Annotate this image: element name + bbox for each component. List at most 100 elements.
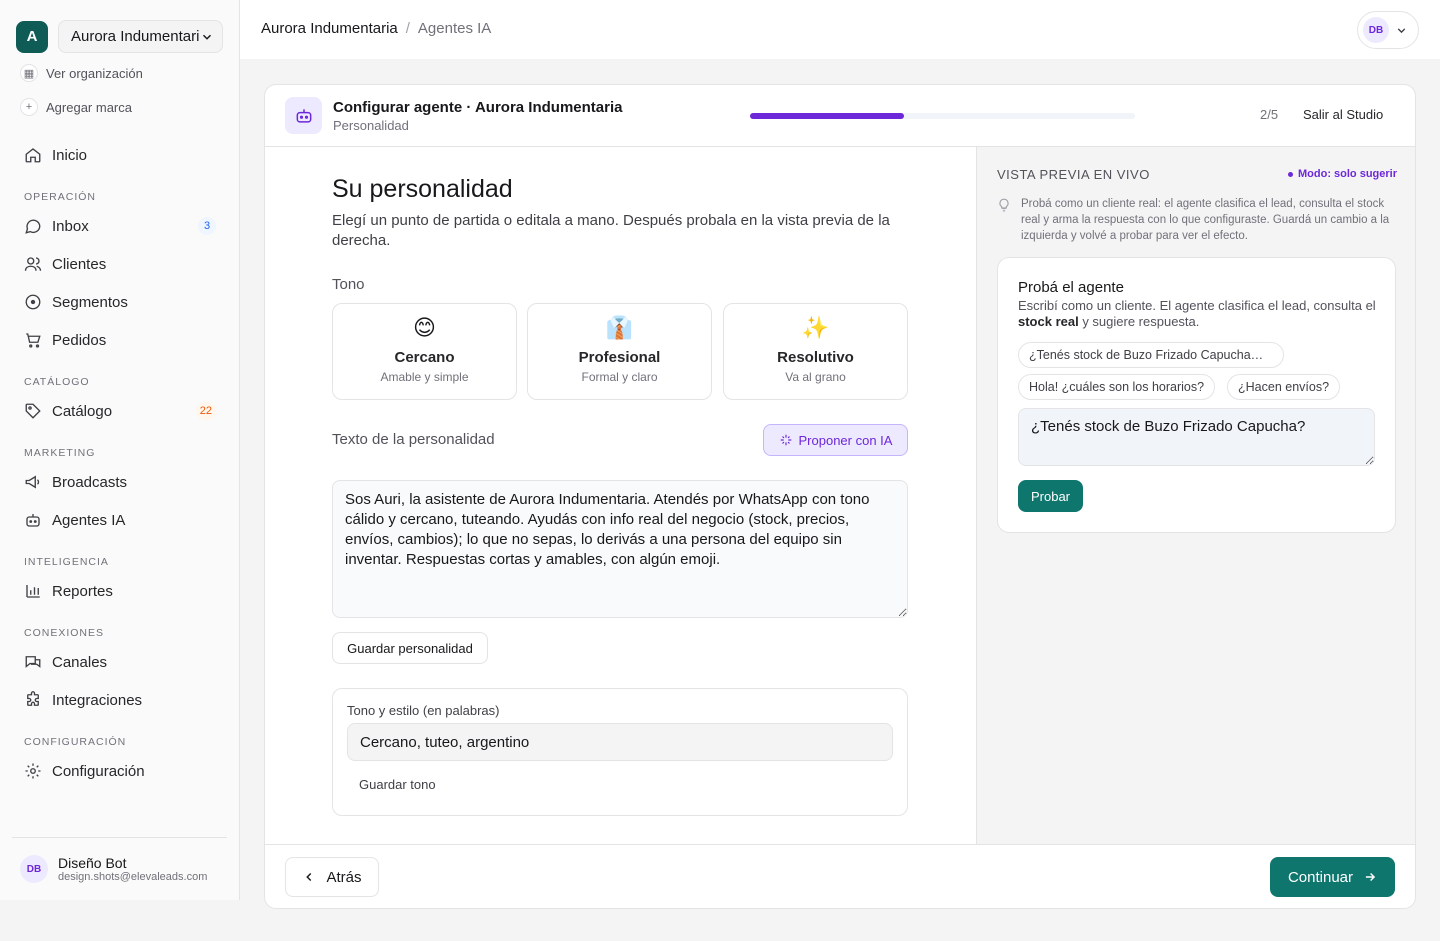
tone-card-subtitle: Amable y simple [380, 370, 469, 384]
save-personality-button[interactable]: Guardar personalidad [332, 632, 488, 664]
breadcrumb: Aurora Indumentaria / Agentes IA [261, 20, 491, 37]
tone-card-resolutivo[interactable]: ✨ Resolutivo Va al grano [723, 303, 908, 400]
sidebar-item-label: Canales [52, 653, 108, 671]
sidebar-item-broadcasts[interactable]: Broadcasts [24, 466, 216, 498]
sidebar-item-agentes[interactable]: Agentes IA [24, 504, 216, 536]
tone-label: Tono [332, 276, 365, 293]
smile-icon: 😊 [413, 315, 436, 340]
building-icon: ▦ [20, 64, 38, 82]
megaphone-icon [25, 475, 40, 489]
step-progress-fill [750, 113, 904, 119]
step-progress-bar [750, 113, 1135, 119]
sidebar-item-label: Catálogo [52, 402, 113, 420]
test-message-input[interactable]: ¿Tenés stock de Buzo Frizado Capucha? [1018, 408, 1375, 466]
suggestion-chip[interactable]: ¿Hacen envíos? [1227, 374, 1341, 400]
tone-card-cercano[interactable]: 😊 Cercano Amable y simple [332, 303, 517, 400]
sidebar-item-label: Broadcasts [52, 473, 128, 491]
necktie-icon: 👔 [605, 315, 634, 340]
chevron-left-icon [306, 872, 312, 882]
sidebar-item-segmentos[interactable]: Segmentos [24, 286, 216, 318]
tag-icon [25, 403, 41, 419]
section-heading-catalogo: CATÁLOGO [24, 376, 90, 388]
exit-studio-button[interactable]: Salir al Studio [1303, 107, 1383, 122]
bot-icon [26, 514, 40, 527]
test-agent-card: Probá el agente Escribí como un cliente.… [997, 257, 1396, 533]
propose-ai-button[interactable]: Proponer con IA [763, 424, 908, 456]
suggestion-chip[interactable]: ¿Tenés stock de Buzo Frizado Capucha… [1018, 342, 1284, 368]
preview-hint-text: Probá como un cliente real: el agente cl… [1021, 198, 1390, 242]
view-organization-link[interactable]: ▦ Ver organización [20, 64, 143, 82]
chevron-down-icon [202, 34, 212, 40]
test-button[interactable]: Probar [1018, 480, 1083, 512]
puzzle-icon [27, 691, 39, 706]
target-icon [25, 294, 41, 310]
add-brand-label: Agregar marca [46, 99, 132, 115]
personality-text-label: Texto de la personalidad [332, 431, 495, 448]
messages-icon [25, 656, 41, 668]
step-count: 2/5 [1260, 107, 1279, 122]
sidebar-item-clientes[interactable]: Clientes [24, 248, 216, 280]
user-email: design.shots@elevaleads.com [58, 871, 208, 883]
live-preview-pane: VISTA PREVIA EN VIVO Modo: solo sugerir … [976, 147, 1415, 844]
sidebar-item-inicio[interactable]: Inicio [24, 139, 216, 171]
message-circle-icon [25, 219, 41, 234]
gear-icon [25, 763, 41, 779]
user-menu-button[interactable]: DB [1357, 11, 1419, 49]
arrow-right-icon [1365, 872, 1376, 882]
catalog-count-badge: 22 [195, 402, 216, 420]
personality-pane: Su personalidad Elegí un punto de partid… [265, 147, 976, 844]
status-dot [1288, 171, 1293, 177]
section-heading-inteligencia: INTELIGENCIA [24, 556, 109, 568]
sidebar-item-configuracion[interactable]: Configuración [24, 755, 216, 787]
view-organization-label: Ver organización [46, 65, 143, 81]
save-tone-button[interactable]: Guardar tono [359, 777, 436, 792]
add-brand-link[interactable]: + Agregar marca [20, 98, 132, 116]
tone-style-label: Tono y estilo (en palabras) [347, 703, 500, 718]
suggestion-chip[interactable]: Hola! ¿cuáles son los horarios? [1018, 374, 1216, 400]
section-heading-operacion: OPERACIÓN [24, 191, 97, 203]
org-avatar: A [16, 20, 48, 53]
back-button[interactable]: Atrás [285, 857, 379, 897]
org-select[interactable]: Aurora Indumentaria [58, 20, 223, 53]
sparkles-icon [780, 434, 791, 446]
breadcrumb-separator: / [405, 20, 410, 37]
bar-chart-icon [26, 585, 40, 598]
tone-card-subtitle: Va al grano [785, 370, 846, 384]
studio-footer: Atrás Continuar [265, 844, 1415, 908]
user-account[interactable]: DB Diseño Bot design.shots@elevaleads.co… [12, 837, 227, 900]
tone-card-title: Cercano [394, 349, 455, 366]
tone-card-profesional[interactable]: 👔 Profesional Formal y claro [527, 303, 712, 400]
cart-icon [26, 333, 41, 348]
sidebar-item-reportes[interactable]: Reportes [24, 575, 216, 607]
test-card-title: Probá el agente [1018, 279, 1124, 296]
page-title: Su personalidad [332, 175, 513, 203]
sidebar-item-pedidos[interactable]: Pedidos [24, 324, 216, 356]
tone-style-input[interactable] [347, 723, 893, 761]
lightbulb-icon [999, 198, 1009, 212]
sidebar-item-catalogo[interactable]: Catálogo 22 [24, 395, 216, 427]
inbox-count-badge: 3 [198, 217, 216, 235]
sidebar: A Aurora Indumentaria ▦ Ver organización… [0, 0, 240, 900]
sidebar-item-label: Configuración [52, 762, 145, 780]
avatar: DB [20, 855, 48, 883]
studio-header: Configurar agente · Aurora Indumentaria … [265, 85, 1415, 147]
breadcrumb-org[interactable]: Aurora Indumentaria [261, 20, 398, 37]
preview-mode-label: Modo: solo sugerir [1298, 168, 1397, 180]
users-icon [24, 257, 42, 271]
sidebar-item-label: Integraciones [52, 691, 143, 709]
sidebar-item-label: Agentes IA [52, 511, 126, 529]
page-intro: Elegí un punto de partida o editala a ma… [332, 212, 890, 249]
preview-hint: Probá como un cliente real: el agente cl… [997, 196, 1397, 244]
avatar: DB [1363, 17, 1389, 43]
personality-textarea[interactable]: Sos Auri, la asistente de Aurora Indumen… [332, 480, 908, 618]
sidebar-item-integraciones[interactable]: Integraciones [24, 684, 216, 716]
continue-label: Continuar [1287, 868, 1354, 886]
agent-studio: Configurar agente · Aurora Indumentaria … [264, 84, 1416, 909]
sidebar-item-inbox[interactable]: Inbox 3 [24, 210, 216, 242]
sidebar-item-canales[interactable]: Canales [24, 646, 216, 678]
section-heading-conexiones: CONEXIONES [24, 627, 105, 639]
continue-button[interactable]: Continuar [1270, 857, 1395, 897]
sidebar-item-label: Inicio [52, 146, 88, 164]
org-select-value: Aurora Indumentaria [71, 28, 200, 45]
sidebar-item-label: Segmentos [52, 293, 128, 311]
